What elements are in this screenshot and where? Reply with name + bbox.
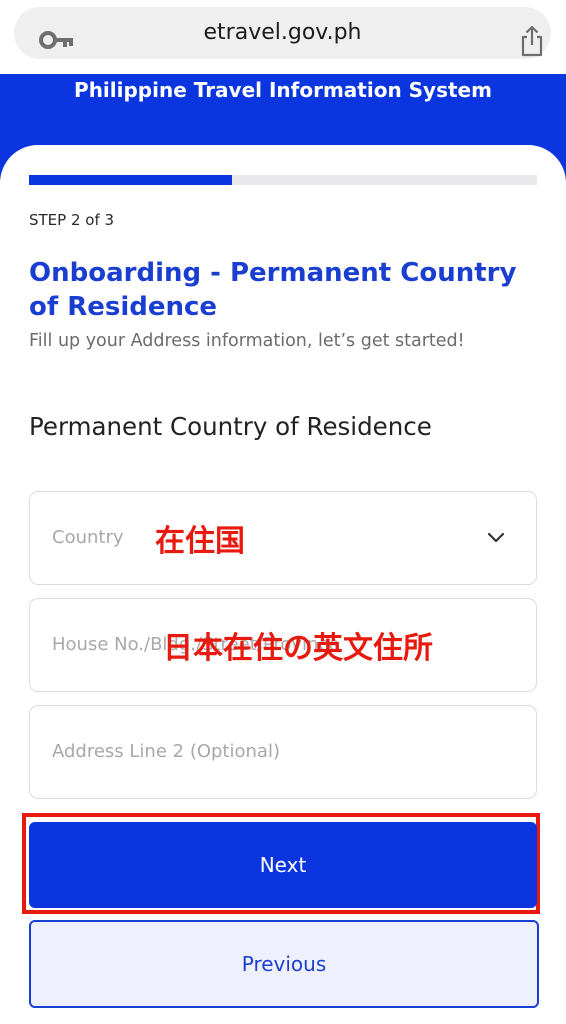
chevron-down-icon <box>487 532 505 543</box>
country-select[interactable]: Country <box>29 491 537 585</box>
progress-bar <box>29 175 537 185</box>
previous-button[interactable]: Previous <box>29 920 539 1008</box>
country-annotation: 在住国 <box>155 524 245 559</box>
page-subtitle: Fill up your Address information, let’s … <box>29 331 465 351</box>
header-title: Philippine Travel Information System <box>74 78 492 102</box>
address-line-2-input[interactable]: Address Line 2 (Optional) <box>29 705 537 799</box>
next-button[interactable]: Next <box>29 822 537 908</box>
browser-toolbar: etravel.gov.ph <box>0 0 566 74</box>
share-icon[interactable] <box>518 25 546 57</box>
progress-fill <box>29 175 233 185</box>
page-title: Onboarding - Permanent Country of Reside… <box>29 258 517 322</box>
address-bar[interactable]: etravel.gov.ph <box>14 7 551 59</box>
address-line-2-placeholder: Address Line 2 (Optional) <box>52 741 280 762</box>
address-annotation: 日本在住の英文住所 <box>163 631 433 666</box>
section-heading: Permanent Country of Residence <box>29 412 432 441</box>
country-placeholder: Country <box>52 527 124 548</box>
step-indicator: STEP 2 of 3 <box>29 211 115 229</box>
url-text: etravel.gov.ph <box>203 20 362 45</box>
